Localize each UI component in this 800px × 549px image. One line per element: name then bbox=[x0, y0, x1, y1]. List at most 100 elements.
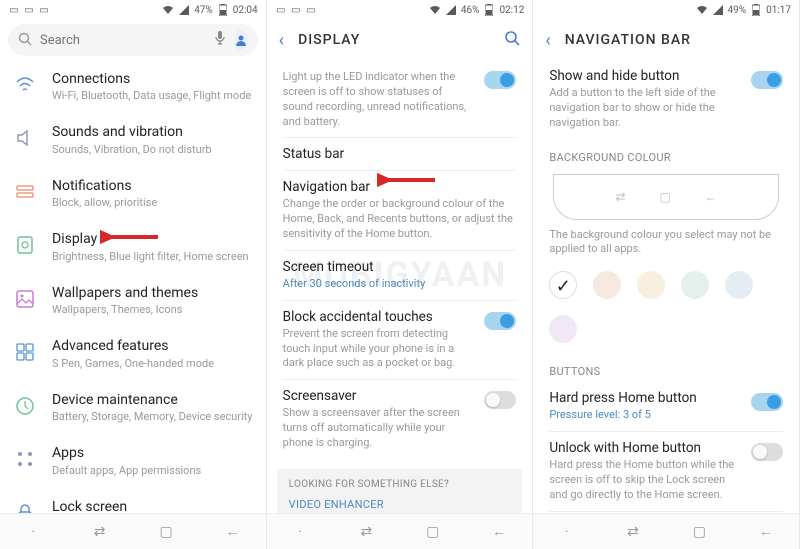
item-sub: Wi-Fi, Bluetooth, Data usage, Flight mod… bbox=[52, 89, 254, 103]
item-sub: Light up the LED indicator when the scre… bbox=[283, 70, 475, 129]
nav-recents-icon[interactable]: ⇄ bbox=[66, 524, 132, 540]
battery-icon bbox=[750, 4, 762, 16]
search-bar[interactable] bbox=[8, 24, 258, 56]
settings-list[interactable]: ConnectionsWi-Fi, Bluetooth, Data usage,… bbox=[0, 60, 266, 513]
notif-icon: ▭ bbox=[275, 4, 287, 16]
apps-icon bbox=[12, 446, 38, 472]
back-icon[interactable]: ‹ bbox=[279, 30, 284, 51]
hardpress-toggle[interactable] bbox=[751, 393, 783, 411]
nav-bar: · ⇄ ▢ ← bbox=[0, 513, 266, 549]
navbar-list[interactable]: Show and hide buttonAdd a button to the … bbox=[533, 60, 799, 513]
page-title: DISPLAY bbox=[298, 32, 360, 48]
color-swatch[interactable] bbox=[681, 271, 709, 299]
status-bar: ▭▭▭ 46% 02:12 bbox=[267, 0, 533, 20]
nav-home-icon[interactable]: ▢ bbox=[133, 524, 199, 540]
search-icon[interactable] bbox=[504, 30, 520, 50]
color-swatch[interactable] bbox=[725, 271, 753, 299]
search-input[interactable] bbox=[40, 33, 206, 48]
battery-percent: 47% bbox=[194, 5, 213, 16]
nav-home-icon[interactable]: ▢ bbox=[666, 524, 732, 540]
item-sub: Pressure level: 3 of 5 bbox=[549, 408, 741, 423]
nav-home-icon[interactable]: ▢ bbox=[400, 524, 466, 540]
nav-hide-icon[interactable]: · bbox=[0, 524, 66, 540]
nav-hide-icon[interactable]: · bbox=[267, 524, 333, 540]
block-toggle[interactable] bbox=[484, 312, 516, 330]
nav-back-icon[interactable]: ← bbox=[466, 523, 532, 540]
section-header: BUTTONS bbox=[533, 353, 799, 382]
nav-back-icon[interactable]: ← bbox=[199, 523, 265, 540]
timeout-item[interactable]: Screen timeoutAfter 30 seconds of inacti… bbox=[267, 251, 533, 300]
item-label: Block accidental touches bbox=[283, 309, 475, 325]
item-label: Device maintenance bbox=[52, 391, 254, 409]
settings-item-sounds[interactable]: Sounds and vibrationSounds, Vibration, D… bbox=[0, 113, 266, 166]
item-sub: Change the order or background colour of… bbox=[283, 197, 517, 242]
item-label: Screen timeout bbox=[283, 259, 517, 275]
notif-icon: ▭ bbox=[23, 4, 35, 16]
settings-item-notifications[interactable]: NotificationsBlock, allow, prioritise bbox=[0, 167, 266, 220]
settings-item-lockscreen[interactable]: Lock screenScreen lock type, Always On D… bbox=[0, 488, 266, 513]
nav-recents-icon[interactable]: ⇄ bbox=[333, 524, 399, 540]
connections-icon bbox=[12, 72, 38, 98]
navigationbar-item[interactable]: Navigation bar Change the order or backgr… bbox=[267, 171, 533, 250]
settings-item-advanced[interactable]: Advanced featuresS Pen, Games, One-hande… bbox=[0, 327, 266, 380]
related-footer: LOOKING FOR SOMETHING ELSE? VIDEO ENHANC… bbox=[277, 469, 523, 513]
settings-item-display[interactable]: DisplayBrightness, Blue light filter, Ho… bbox=[0, 220, 266, 273]
notif-icon bbox=[12, 179, 38, 205]
footer-link[interactable]: VIDEO ENHANCER bbox=[289, 498, 511, 511]
back-icon[interactable]: ‹ bbox=[545, 30, 550, 51]
clock: 01:17 bbox=[766, 5, 791, 16]
settings-item-apps[interactable]: AppsDefault apps, App permissions bbox=[0, 434, 266, 487]
nav-back-icon[interactable]: ← bbox=[733, 523, 799, 540]
account-icon[interactable] bbox=[234, 29, 248, 51]
screensaver-toggle[interactable] bbox=[484, 391, 516, 409]
settings-item-connections[interactable]: ConnectionsWi-Fi, Bluetooth, Data usage,… bbox=[0, 60, 266, 113]
nav-home-icon: ▢ bbox=[660, 190, 671, 204]
check-icon: ✓ bbox=[556, 276, 571, 297]
nav-hide-icon[interactable]: · bbox=[533, 524, 599, 540]
item-label: Status bar bbox=[283, 146, 517, 162]
item-label: Connections bbox=[52, 70, 254, 88]
settings-item-maintenance[interactable]: Device maintenanceBattery, Storage, Memo… bbox=[0, 381, 266, 434]
led-toggle[interactable] bbox=[484, 71, 516, 89]
page-title: NAVIGATION BAR bbox=[565, 32, 691, 48]
item-label: Screensaver bbox=[283, 388, 475, 404]
block-touches-item[interactable]: Block accidental touchesPrevent the scre… bbox=[267, 301, 533, 380]
title-bar: ‹ DISPLAY bbox=[267, 20, 533, 60]
wifi-icon bbox=[696, 4, 708, 16]
nav-back-icon: ← bbox=[705, 190, 717, 204]
bg-note: The background colour you select may not… bbox=[533, 226, 799, 266]
color-swatch-white[interactable]: ✓ bbox=[549, 271, 577, 299]
section-header: BACKGROUND COLOUR bbox=[533, 139, 799, 168]
unlock-toggle[interactable] bbox=[751, 443, 783, 461]
nav-bar: ·⇄▢← bbox=[533, 513, 799, 549]
item-label: Unlock with Home button bbox=[549, 440, 741, 456]
color-swatch[interactable] bbox=[637, 271, 665, 299]
nav-recents-icon[interactable]: ⇄ bbox=[600, 524, 666, 540]
item-label: Navigation bar bbox=[283, 179, 517, 195]
led-indicator-item[interactable]: Light up the LED indicator when the scre… bbox=[267, 60, 533, 137]
signal-icon bbox=[712, 4, 724, 16]
lock-icon bbox=[12, 500, 38, 513]
showhide-toggle[interactable] bbox=[751, 71, 783, 89]
unlock-home-item[interactable]: Unlock with Home buttonHard press the Ho… bbox=[533, 432, 799, 511]
maintenance-icon bbox=[12, 393, 38, 419]
item-label: Apps bbox=[52, 444, 254, 462]
status-bar: ▭ ▭ ▭ 47% 02:04 bbox=[0, 0, 266, 20]
settings-item-wallpapers[interactable]: Wallpapers and themesWallpapers, Themes,… bbox=[0, 274, 266, 327]
screensaver-item[interactable]: Screensaver Show a screensaver after the … bbox=[267, 380, 533, 459]
show-hide-item[interactable]: Show and hide buttonAdd a button to the … bbox=[533, 60, 799, 139]
title-bar: ‹ NAVIGATION BAR bbox=[533, 20, 799, 60]
display-list[interactable]: Light up the LED indicator when the scre… bbox=[267, 60, 533, 513]
mic-icon[interactable] bbox=[214, 30, 226, 50]
color-swatch[interactable] bbox=[549, 315, 577, 343]
item-label: Display bbox=[52, 230, 254, 248]
color-swatch[interactable] bbox=[593, 271, 621, 299]
statusbar-item[interactable]: Status bar bbox=[267, 138, 533, 170]
nav-bar: ·⇄▢← bbox=[267, 513, 533, 549]
item-sub: Show a screensaver after the screen turn… bbox=[283, 406, 475, 451]
signal-icon bbox=[445, 4, 457, 16]
hardpress-item[interactable]: Hard press Home button Pressure level: 3 … bbox=[533, 382, 799, 431]
item-label: Hard press Home button bbox=[549, 390, 741, 406]
item-label: Wallpapers and themes bbox=[52, 284, 254, 302]
item-label: Notifications bbox=[52, 177, 254, 195]
